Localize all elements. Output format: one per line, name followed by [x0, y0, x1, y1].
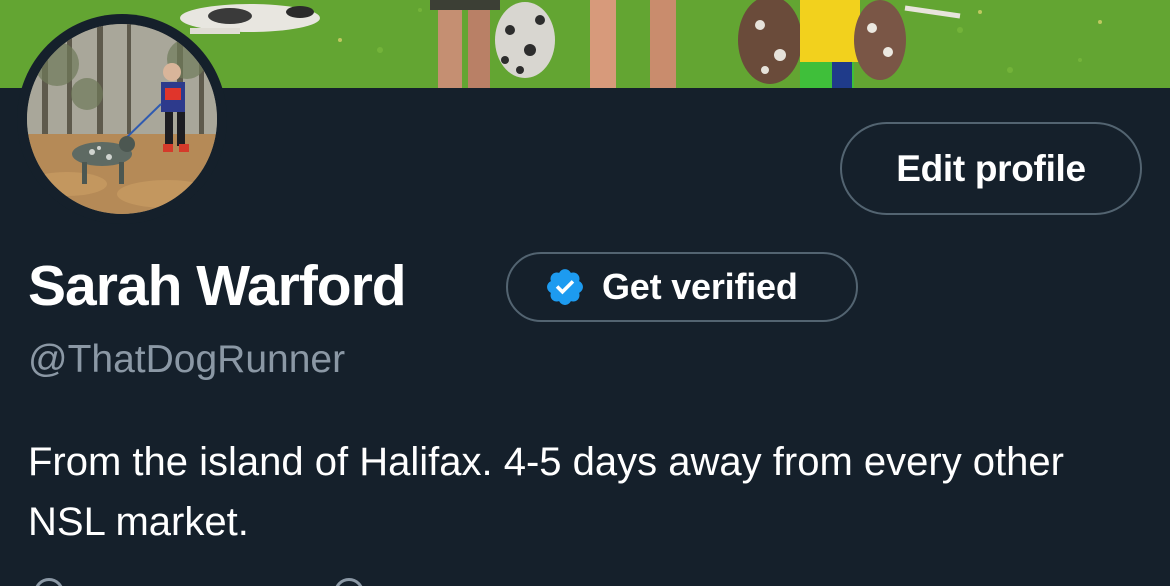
- location-icon: [34, 578, 64, 586]
- user-handle: @ThatDogRunner: [28, 338, 346, 381]
- verified-badge-icon: [547, 269, 583, 305]
- profile-bio: From the island of Halifax. 4-5 days awa…: [28, 440, 1064, 544]
- get-verified-button[interactable]: Get verified: [506, 252, 858, 322]
- avatar[interactable]: [17, 14, 227, 224]
- profile-meta-row: [28, 574, 1128, 586]
- get-verified-label: Get verified: [602, 266, 798, 307]
- display-name: Sarah Warford: [28, 254, 407, 318]
- profile-page: Edit profile Sarah Warford Get verified …: [0, 0, 1170, 586]
- edit-profile-label: Edit profile: [896, 147, 1086, 189]
- avatar-photo: [27, 24, 217, 214]
- edit-profile-button[interactable]: Edit profile: [840, 122, 1142, 215]
- calendar-icon: [334, 578, 364, 586]
